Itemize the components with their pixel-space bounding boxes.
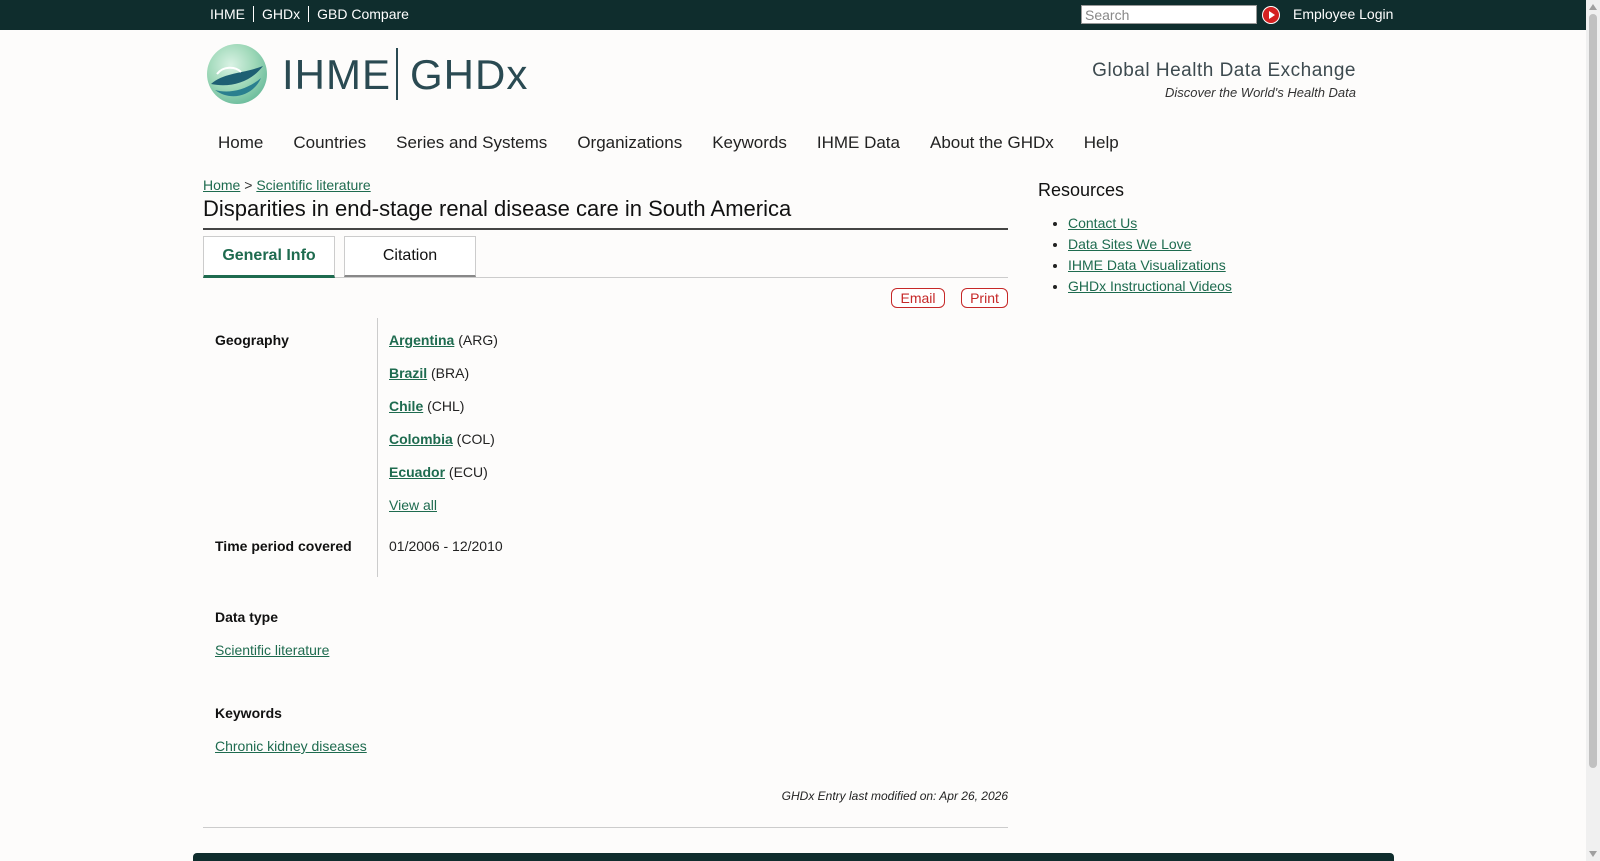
country-link-ecuador[interactable]: Ecuador: [389, 464, 445, 480]
print-button[interactable]: Print: [961, 288, 1008, 308]
email-button[interactable]: Email: [891, 288, 945, 308]
breadcrumb: Home > Scientific literature: [203, 177, 371, 193]
toplink-ihme[interactable]: IHME: [210, 6, 253, 22]
resource-item: Contact Us: [1068, 214, 1232, 235]
resource-link-ihme-visualizations[interactable]: IHME Data Visualizations: [1068, 257, 1226, 273]
page-scrollbar[interactable]: [1586, 0, 1600, 861]
breadcrumb-separator: >: [244, 177, 253, 193]
nav-help[interactable]: Help: [1084, 133, 1119, 153]
resource-link-contact-us[interactable]: Contact Us: [1068, 215, 1137, 231]
footer-bar: [193, 853, 1394, 861]
country-code: (CHL): [427, 398, 465, 414]
view-all-link[interactable]: View all: [389, 497, 437, 513]
logo-ghdx-text: GHDx: [410, 51, 529, 98]
country-link-brazil[interactable]: Brazil: [389, 365, 427, 381]
geo-row: Ecuador (ECU): [389, 464, 488, 480]
resources-list: Contact Us Data Sites We Love IHME Data …: [1068, 214, 1232, 298]
scroll-up-icon[interactable]: [1589, 4, 1597, 10]
top-bar: IHME GHDx GBD Compare Employee Login: [0, 0, 1586, 30]
search-input[interactable]: [1081, 5, 1257, 24]
resource-link-instructional-videos[interactable]: GHDx Instructional Videos: [1068, 278, 1232, 294]
geo-row: Chile (CHL): [389, 398, 464, 414]
data-type-label: Data type: [215, 609, 279, 625]
data-type-link[interactable]: Scientific literature: [215, 642, 329, 658]
country-link-colombia[interactable]: Colombia: [389, 431, 453, 447]
country-link-chile[interactable]: Chile: [389, 398, 423, 414]
tagline-title: Global Health Data Exchange: [1092, 60, 1356, 81]
country-code: (COL): [456, 431, 495, 447]
geography-label: Geography: [215, 332, 289, 348]
time-period-value: 01/2006 - 12/2010: [389, 538, 503, 554]
time-period-label: Time period covered: [215, 538, 352, 554]
scroll-down-icon[interactable]: [1589, 851, 1597, 857]
country-code: (ECU): [448, 464, 488, 480]
nav-home[interactable]: Home: [218, 133, 263, 153]
ihme-logo-icon[interactable]: [207, 44, 267, 104]
country-code: (BRA): [431, 365, 470, 381]
tab-citation[interactable]: Citation: [344, 236, 476, 277]
toplink-gbd-compare[interactable]: GBD Compare: [308, 6, 417, 22]
keyword-link[interactable]: Chronic kidney diseases: [215, 738, 367, 754]
main-nav: Home Countries Series and Systems Organi…: [218, 133, 1149, 153]
nav-about-ghdx[interactable]: About the GHDx: [930, 133, 1054, 153]
geo-row: Argentina (ARG): [389, 332, 498, 348]
nav-organizations[interactable]: Organizations: [577, 133, 682, 153]
nav-series-and-systems[interactable]: Series and Systems: [396, 133, 547, 153]
tagline: Global Health Data Exchange Discover the…: [1092, 60, 1356, 100]
tab-bar: General Info Citation: [203, 236, 1008, 278]
resource-item: GHDx Instructional Videos: [1068, 277, 1232, 298]
tab-general-info[interactable]: General Info: [203, 236, 335, 278]
resource-item: IHME Data Visualizations: [1068, 256, 1232, 277]
info-divider: [377, 318, 378, 577]
nav-keywords[interactable]: Keywords: [712, 133, 787, 153]
search-submit-icon[interactable]: [1262, 6, 1280, 24]
geo-row: Brazil (BRA): [389, 365, 469, 381]
breadcrumb-scientific-literature[interactable]: Scientific literature: [256, 177, 370, 193]
logo-divider: [396, 48, 398, 100]
country-link-argentina[interactable]: Argentina: [389, 332, 454, 348]
toplink-ghdx[interactable]: GHDx: [253, 6, 308, 22]
resource-item: Data Sites We Love: [1068, 235, 1232, 256]
scrollbar-thumb[interactable]: [1589, 14, 1597, 768]
top-links: IHME GHDx GBD Compare: [210, 6, 417, 22]
tagline-subtitle: Discover the World's Health Data: [1164, 85, 1356, 100]
resources-title: Resources: [1038, 180, 1125, 200]
logo-ihme-text: IHME: [282, 51, 391, 98]
country-code: (ARG): [458, 332, 498, 348]
resource-link-data-sites[interactable]: Data Sites We Love: [1068, 236, 1191, 252]
last-modified: GHDx Entry last modified on: Apr 26, 202…: [781, 789, 1008, 803]
breadcrumb-home[interactable]: Home: [203, 177, 240, 193]
content-divider: [203, 827, 1008, 828]
employee-login-link[interactable]: Employee Login: [1293, 6, 1393, 22]
geo-view-all-row: View all: [389, 497, 437, 513]
nav-countries[interactable]: Countries: [293, 133, 366, 153]
geo-row: Colombia (COL): [389, 431, 495, 447]
keywords-label: Keywords: [215, 705, 282, 721]
page-title: Disparities in end-stage renal disease c…: [203, 196, 1008, 230]
nav-ihme-data[interactable]: IHME Data: [817, 133, 900, 153]
